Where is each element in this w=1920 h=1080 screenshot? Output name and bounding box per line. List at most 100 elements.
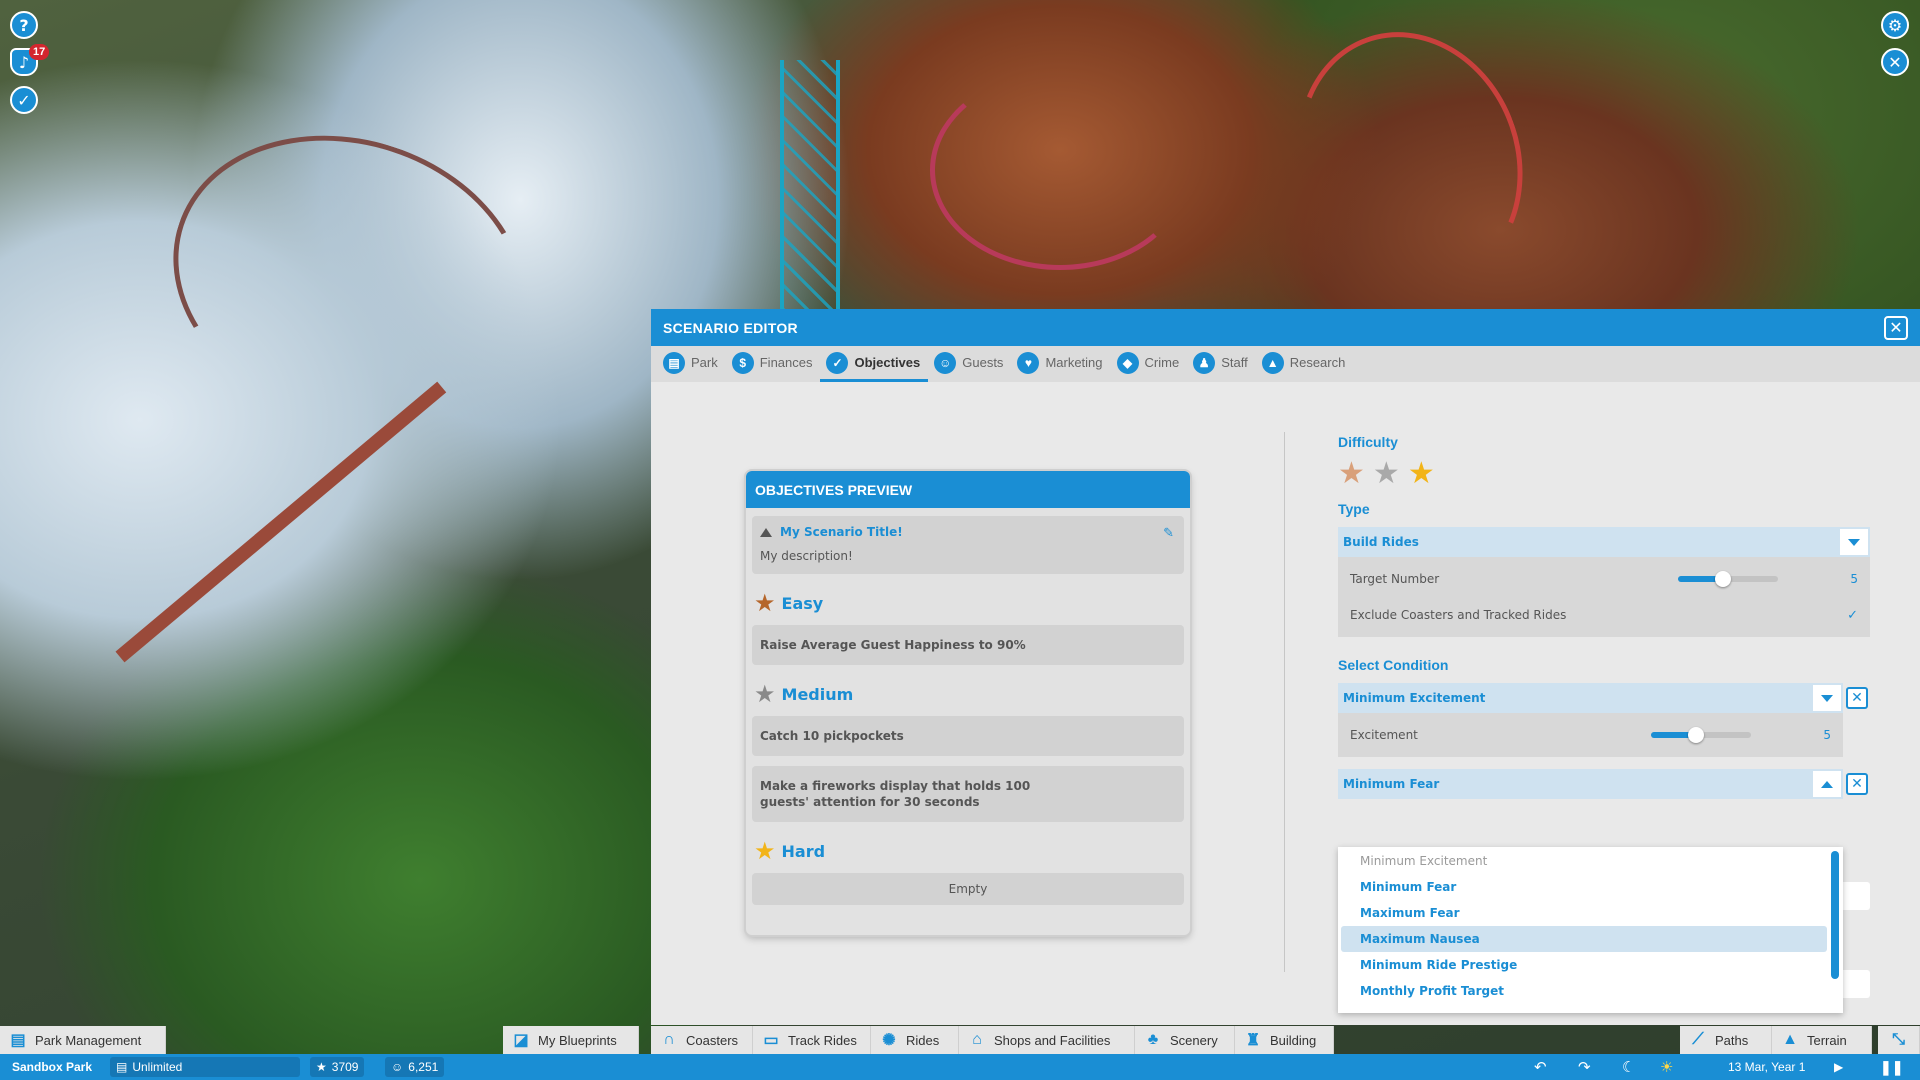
select-condition-label: Select Condition	[1338, 657, 1449, 673]
scenario-editor-window: SCENARIO EDITOR ✕ ▤ Park $ Finances ✓ Objec…	[651, 309, 1920, 1025]
condition-1: Minimum Excitement Excitement 5 ✕	[1338, 683, 1870, 757]
tools-icon[interactable]: ✕	[1881, 48, 1909, 76]
terrain-icon: ▲	[1782, 1031, 1798, 1048]
close-editor-button[interactable]: ✕	[1884, 315, 1908, 340]
tab-finances[interactable]: $ Finances	[726, 346, 821, 382]
tab-staff[interactable]: ♟ Staff	[1187, 346, 1256, 382]
coaster-loop-pink	[930, 70, 1190, 270]
excitement-row: Excitement 5	[1350, 727, 1831, 743]
shield-icon: ◆	[1116, 351, 1139, 374]
option-maximum-nausea[interactable]: Maximum Nausea	[1341, 926, 1827, 952]
objective-item[interactable]: Raise Average Guest Happiness to 90%	[752, 625, 1184, 665]
tab-research[interactable]: ▲ Research	[1256, 346, 1354, 382]
coaster-track-wooden	[135, 91, 565, 469]
condition-1-dropdown[interactable]: Minimum Excitement	[1338, 683, 1843, 713]
chevron-down-icon[interactable]	[1840, 529, 1868, 555]
level-easy: ★ Easy	[754, 589, 824, 617]
target-number-value: 5	[1850, 572, 1858, 586]
star-hard-icon[interactable]: ★	[1408, 458, 1435, 490]
people-icon: ☺	[391, 1060, 404, 1074]
option-maximum-fear[interactable]: Maximum Fear	[1338, 900, 1843, 926]
chevron-up-icon[interactable]	[1813, 771, 1841, 797]
shop-icon: ⌂	[972, 1031, 982, 1048]
play-icon[interactable]: ▶	[1834, 1057, 1843, 1077]
tab-guests[interactable]: ☺ Guests	[928, 346, 1011, 382]
editor-titlebar: SCENARIO EDITOR ✕	[651, 309, 1920, 346]
type-dropdown[interactable]: Build Rides	[1338, 527, 1870, 557]
paths-icon: ⟋	[1692, 1031, 1704, 1048]
type-options-group: Target Number 5 Exclude Coasters and Tra…	[1338, 557, 1870, 637]
checkmark-icon: ✓	[826, 351, 849, 374]
dollar-icon: $	[731, 351, 754, 374]
track-rides-button[interactable]: ▭ Track Rides	[753, 1026, 871, 1054]
weather-sun-icon: ☀	[1660, 1059, 1674, 1076]
condition-1-options: Excitement 5	[1338, 713, 1843, 757]
park-rating[interactable]: ★ 3709	[310, 1057, 365, 1077]
editor-title: SCENARIO EDITOR	[663, 319, 798, 336]
train-icon: ▭	[763, 1032, 779, 1049]
terrain-button[interactable]: ▲ Terrain	[1772, 1026, 1872, 1054]
pause-icon[interactable]: ❚❚	[1880, 1057, 1903, 1077]
help-icon[interactable]: ?	[10, 11, 38, 39]
blueprint-icon: ◪	[513, 1032, 529, 1049]
remove-condition-button[interactable]: ✕	[1846, 773, 1868, 795]
option-monthly-profit-target[interactable]: Monthly Profit Target	[1338, 978, 1843, 1004]
objective-empty-slot[interactable]: Empty	[752, 873, 1184, 905]
exclude-checkbox[interactable]: ✓	[1847, 608, 1858, 623]
slider-handle[interactable]	[1688, 727, 1704, 743]
rides-button[interactable]: ✺ Rides	[871, 1026, 959, 1054]
day-night-icon[interactable]: ☾	[1622, 1057, 1635, 1077]
level-medium: ★ Medium	[754, 680, 854, 708]
gear-icon[interactable]: ⚙	[1881, 11, 1909, 39]
building-button[interactable]: ♜ Building	[1235, 1026, 1334, 1054]
clipboard-icon: ▤	[10, 1032, 26, 1049]
tab-crime[interactable]: ◆ Crime	[1111, 346, 1188, 382]
expand-toolbar-button[interactable]: ⤡	[1878, 1026, 1920, 1054]
scenery-button[interactable]: ♣ Scenery	[1135, 1026, 1235, 1054]
objectives-checkmark-icon[interactable]: ✓	[10, 86, 38, 114]
objective-item[interactable]: Make a fireworks display that holds 100 …	[752, 766, 1184, 822]
option-minimum-ride-prestige[interactable]: Minimum Ride Prestige	[1338, 952, 1843, 978]
notification-count-badge: 17	[29, 44, 50, 60]
people-icon: ☺	[934, 351, 957, 374]
scenario-description: My description!	[760, 549, 853, 563]
edit-pencil-icon[interactable]: ✎	[1163, 526, 1174, 541]
chevron-down-icon[interactable]	[1813, 685, 1841, 711]
coaster-icon: ∩	[663, 1031, 675, 1048]
scenario-info[interactable]: My Scenario Title! My description! ✎	[752, 516, 1184, 574]
condition-2-dropdown[interactable]: Minimum Fear	[1338, 769, 1843, 799]
money-display[interactable]: ▤ Unlimited	[110, 1057, 300, 1077]
guest-count[interactable]: ☺ 6,251	[385, 1057, 445, 1077]
my-blueprints-button[interactable]: ◪ My Blueprints	[503, 1026, 639, 1054]
tab-park[interactable]: ▤ Park	[657, 346, 726, 382]
redo-icon[interactable]: ↷	[1578, 1057, 1591, 1077]
park-name[interactable]: Sandbox Park	[12, 1057, 92, 1077]
clipboard-icon: ▤	[663, 351, 685, 374]
excitement-slider[interactable]	[1651, 727, 1751, 743]
star-medium-icon[interactable]: ★	[1373, 458, 1400, 490]
tab-objectives[interactable]: ✓ Objectives	[820, 346, 929, 382]
game-date: 13 Mar, Year 1	[1728, 1060, 1806, 1074]
status-bar: Sandbox Park ▤ Unlimited ★ 3709 ☺ 6,251 ↶ ↷…	[0, 1054, 1920, 1080]
building-icon: ♜	[1245, 1032, 1261, 1049]
option-minimum-fear[interactable]: Minimum Fear	[1338, 874, 1843, 900]
collapse-triangle-icon[interactable]	[760, 527, 772, 537]
star-easy-icon[interactable]: ★	[1338, 458, 1365, 490]
shops-facilities-button[interactable]: ⌂ Shops and Facilities	[959, 1026, 1135, 1054]
slider-handle[interactable]	[1715, 571, 1731, 587]
tab-marketing[interactable]: ♥ Marketing	[1011, 346, 1110, 382]
target-number-row: Target Number 5	[1350, 571, 1858, 587]
type-label: Type	[1338, 501, 1370, 517]
target-number-slider[interactable]	[1678, 571, 1778, 587]
staff-icon: ♟	[1193, 351, 1216, 374]
undo-icon[interactable]: ↶	[1534, 1057, 1547, 1077]
editor-tabs: ▤ Park $ Finances ✓ Objectives ☺ Guests ♥ Mar…	[651, 346, 1920, 382]
objective-item[interactable]: Catch 10 pickpockets	[752, 716, 1184, 756]
park-management-button[interactable]: ▤ Park Management	[0, 1026, 166, 1054]
dropdown-scrollbar[interactable]	[1831, 851, 1839, 979]
paths-button[interactable]: ⟋ Paths	[1680, 1026, 1772, 1054]
level-hard: ★ Hard	[754, 837, 826, 865]
coasters-button[interactable]: ∩ Coasters	[651, 1026, 753, 1054]
remove-condition-button[interactable]: ✕	[1846, 687, 1868, 709]
divider	[1284, 432, 1285, 972]
